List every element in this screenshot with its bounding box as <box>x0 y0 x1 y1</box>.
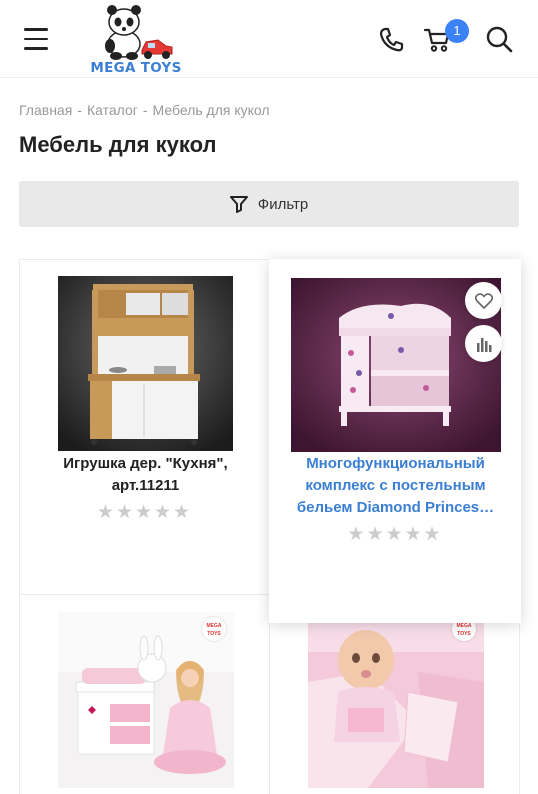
product-card[interactable]: Игрушка дер. "Кухня", арт.11211 ★★★★★ <box>19 259 270 595</box>
logo-text: MEGA TOYS <box>90 60 182 76</box>
product-rating: ★★★★★ <box>347 524 443 545</box>
compare-icon <box>476 337 491 352</box>
filter-icon <box>229 196 248 213</box>
logo[interactable]: MEGA TOYS <box>86 2 186 76</box>
heart-icon <box>474 292 493 309</box>
favorite-button[interactable] <box>465 282 502 319</box>
page-title: Мебель для кукол <box>19 132 217 157</box>
product-name[interactable]: Игрушка дер. "Кухня", арт.11211 <box>28 453 263 497</box>
panda-logo-icon <box>105 5 173 60</box>
product-grid: Игрушка дер. "Кухня", арт.11211 ★★★★★ Мн… <box>19 259 521 794</box>
product-image[interactable] <box>58 276 233 451</box>
header: MEGA TOYS 1 <box>0 0 538 78</box>
filter-label: Фильтр <box>257 195 309 213</box>
product-name[interactable]: Многофункциональный комплекс с постельны… <box>278 453 513 519</box>
search-icon[interactable] <box>484 24 514 54</box>
phone-icon[interactable] <box>376 24 406 54</box>
product-rating: ★★★★★ <box>96 502 193 523</box>
cart-count-badge: 1 <box>445 19 469 43</box>
menu-icon[interactable] <box>24 28 48 50</box>
product-card[interactable]: MEGA TOYS <box>269 594 520 794</box>
breadcrumb-current: Мебель для кукол <box>152 102 270 118</box>
product-card[interactable]: Многофункциональный комплекс с постельны… <box>269 259 521 623</box>
brand-badge: MEGA TOYS <box>202 617 226 641</box>
filter-button[interactable]: Фильтр <box>19 181 519 227</box>
breadcrumb-catalog[interactable]: Каталог <box>87 102 138 118</box>
breadcrumb-home[interactable]: Главная <box>19 102 72 118</box>
breadcrumb: Главная - Каталог - Мебель для кукол <box>19 102 270 118</box>
product-card[interactable]: MEGA TOYS <box>19 594 270 794</box>
compare-button[interactable] <box>465 325 502 362</box>
